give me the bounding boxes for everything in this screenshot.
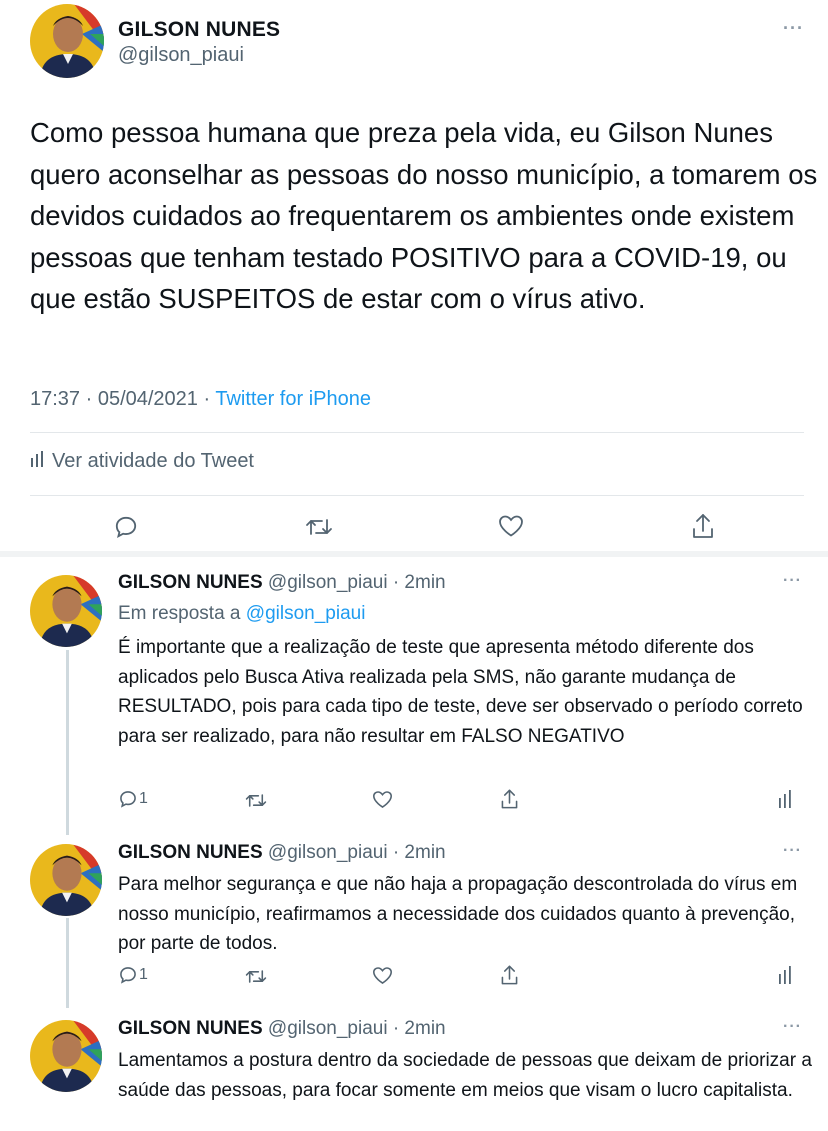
retweet-icon xyxy=(305,515,333,539)
thread-line xyxy=(66,918,69,1008)
tweet-text: Como pessoa humana que preza pela vida, … xyxy=(30,117,818,315)
reply-button[interactable]: 1 xyxy=(118,789,148,809)
author-handle[interactable]: @gilson_piaui xyxy=(118,44,244,67)
tweet-analytics-button[interactable] xyxy=(778,790,792,808)
reply-count: 1 xyxy=(139,966,148,983)
retweet-icon xyxy=(245,791,267,810)
heart-icon xyxy=(372,790,393,809)
more-options-button[interactable]: ··· xyxy=(783,572,802,590)
reply-icon xyxy=(118,789,138,809)
share-icon xyxy=(691,512,715,540)
share-button[interactable] xyxy=(500,964,519,986)
share-button[interactable] xyxy=(500,788,519,810)
like-button[interactable] xyxy=(372,966,393,985)
replying-to: Em resposta a @gilson_piaui xyxy=(118,603,365,625)
reply-header: GILSON NUNES @gilson_piaui · 2min xyxy=(118,1018,446,1040)
like-button[interactable] xyxy=(372,790,393,809)
author-avatar[interactable] xyxy=(30,575,102,647)
reply-count: 1 xyxy=(139,790,148,807)
tweet-meta: 17:37 · 05/04/2021 · Twitter for iPhone xyxy=(30,388,371,411)
replying-to-label: Em resposta a xyxy=(118,603,241,624)
analytics-icon xyxy=(30,450,44,473)
share-icon xyxy=(500,964,519,986)
reply-header: GILSON NUNES @gilson_piaui · 2min xyxy=(118,572,446,594)
share-button[interactable] xyxy=(691,512,715,540)
reply-icon xyxy=(118,965,138,985)
author-name[interactable]: GILSON NUNES xyxy=(118,18,280,42)
heart-icon xyxy=(372,966,393,985)
tweet-analytics-button[interactable] xyxy=(778,966,792,984)
view-tweet-activity-label: Ver atividade do Tweet xyxy=(52,450,254,472)
author-avatar[interactable] xyxy=(30,844,102,916)
author-handle-time[interactable]: @gilson_piaui · 2min xyxy=(268,1018,446,1039)
like-button[interactable] xyxy=(498,514,524,538)
retweet-icon xyxy=(245,967,267,986)
retweet-button[interactable] xyxy=(305,515,333,539)
author-name[interactable]: GILSON NUNES xyxy=(118,842,263,863)
author-avatar[interactable] xyxy=(30,4,104,78)
reply-icon xyxy=(113,514,139,540)
analytics-icon xyxy=(778,966,792,984)
author-handle-time[interactable]: @gilson_piaui · 2min xyxy=(268,572,446,593)
tweet-source-link[interactable]: Twitter for iPhone xyxy=(215,388,371,410)
divider xyxy=(30,495,804,496)
heart-icon xyxy=(498,514,524,538)
reply-text: Para melhor segurança e que não haja a p… xyxy=(118,874,798,954)
retweet-button[interactable] xyxy=(245,967,267,986)
author-avatar[interactable] xyxy=(30,1020,102,1092)
retweet-button[interactable] xyxy=(245,791,267,810)
thread-line xyxy=(66,650,69,835)
author-handle-time[interactable]: @gilson_piaui · 2min xyxy=(268,842,446,863)
analytics-icon xyxy=(778,790,792,808)
author-name[interactable]: GILSON NUNES xyxy=(118,1018,263,1039)
more-options-button[interactable]: ··· xyxy=(783,842,802,860)
view-tweet-activity-link[interactable]: Ver atividade do Tweet xyxy=(30,450,254,473)
reply-text: É importante que a realização de teste q… xyxy=(118,637,803,747)
reply-button[interactable] xyxy=(113,514,139,540)
divider xyxy=(30,432,804,433)
more-options-button[interactable]: ··· xyxy=(783,18,804,39)
section-separator xyxy=(0,551,828,557)
replying-to-link[interactable]: @gilson_piaui xyxy=(246,603,366,624)
reply-header: GILSON NUNES @gilson_piaui · 2min xyxy=(118,842,446,864)
reply-text: Lamentamos a postura dentro da sociedade… xyxy=(118,1050,812,1101)
author-name[interactable]: GILSON NUNES xyxy=(118,572,263,593)
more-options-button[interactable]: ··· xyxy=(783,1018,802,1036)
tweet-timestamp[interactable]: 17:37 · 05/04/2021 · xyxy=(30,388,210,410)
reply-button[interactable]: 1 xyxy=(118,965,148,985)
share-icon xyxy=(500,788,519,810)
